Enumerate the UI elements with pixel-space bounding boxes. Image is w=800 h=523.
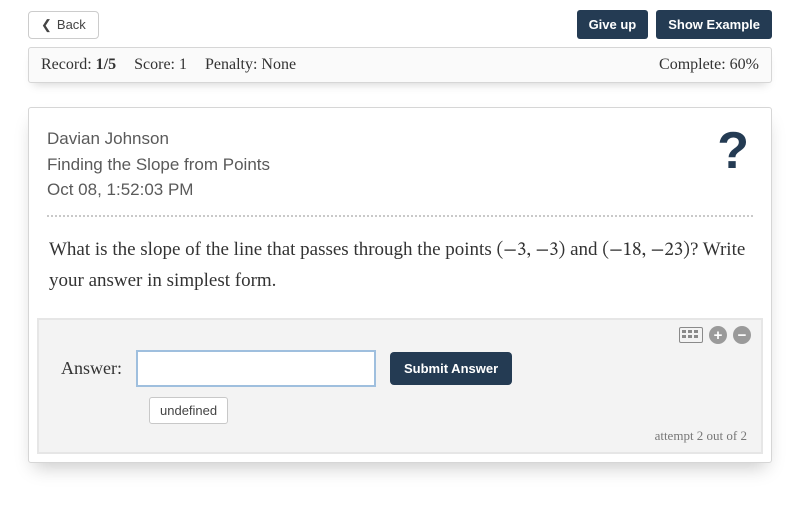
keyboard-icon[interactable] bbox=[679, 327, 703, 343]
help-icon[interactable]: ? bbox=[717, 126, 753, 175]
chevron-left-icon: ❮ bbox=[41, 17, 52, 33]
undefined-row: undefined bbox=[149, 397, 747, 424]
record-stat: Record: 1/5 bbox=[41, 56, 116, 74]
add-step-icon[interactable]: + bbox=[709, 326, 727, 344]
score-stat: Score: 1 bbox=[134, 56, 187, 74]
remove-step-icon[interactable]: − bbox=[733, 326, 751, 344]
penalty-stat: Penalty: None bbox=[205, 56, 296, 74]
back-label: Back bbox=[57, 17, 86, 32]
tool-icons: + − bbox=[679, 326, 751, 344]
topbar: ❮ Back Give up Show Example bbox=[0, 0, 800, 47]
divider bbox=[47, 215, 753, 217]
undefined-button[interactable]: undefined bbox=[149, 397, 228, 424]
point-1: (−3, −3) bbox=[496, 241, 565, 260]
point-2: (−18, −23) bbox=[602, 241, 690, 260]
back-button[interactable]: ❮ Back bbox=[28, 11, 99, 39]
student-name: Davian Johnson bbox=[47, 126, 270, 152]
assignment-topic: Finding the Slope from Points bbox=[47, 152, 270, 178]
complete-stat: Complete: 60% bbox=[659, 56, 759, 74]
status-bar: Record: 1/5 Score: 1 Penalty: None Compl… bbox=[28, 47, 772, 83]
answer-row: Answer: Submit Answer bbox=[53, 350, 747, 387]
question-text: What is the slope of the line that passe… bbox=[47, 235, 753, 319]
question-card: Davian Johnson Finding the Slope from Po… bbox=[28, 107, 772, 463]
show-example-button[interactable]: Show Example bbox=[656, 10, 772, 39]
answer-label: Answer: bbox=[61, 358, 122, 379]
give-up-button[interactable]: Give up bbox=[577, 10, 649, 39]
meta-block: Davian Johnson Finding the Slope from Po… bbox=[47, 126, 270, 203]
meta-row: Davian Johnson Finding the Slope from Po… bbox=[47, 126, 753, 203]
submit-answer-button[interactable]: Submit Answer bbox=[390, 352, 512, 385]
top-right-buttons: Give up Show Example bbox=[577, 10, 772, 39]
timestamp: Oct 08, 1:52:03 PM bbox=[47, 177, 270, 203]
answer-input[interactable] bbox=[136, 350, 376, 387]
attempt-text: attempt 2 out of 2 bbox=[53, 428, 747, 444]
answer-area: + − Answer: Submit Answer undefined atte… bbox=[37, 318, 763, 454]
status-left: Record: 1/5 Score: 1 Penalty: None bbox=[41, 56, 296, 74]
